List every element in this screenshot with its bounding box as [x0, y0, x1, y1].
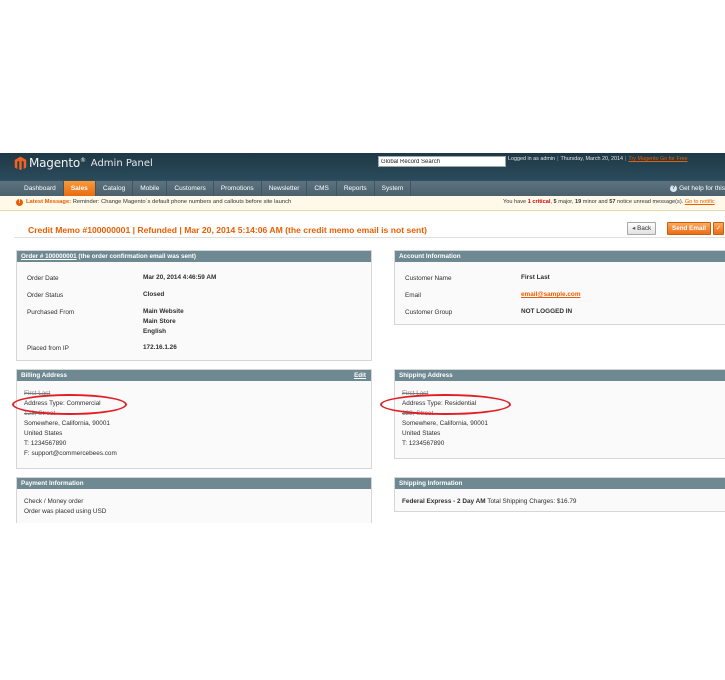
critical-count[interactable]: 1 critical [528, 199, 551, 205]
minor-count: 19 [574, 199, 582, 205]
order-date-value: Mar 20, 2014 4:46:59 AM [143, 274, 217, 281]
billing-fax: F: support@commercebees.com [24, 450, 117, 457]
placed-ip-value: 172.16.1.26 [143, 344, 177, 351]
purchased-from-label: Purchased From [27, 309, 75, 316]
customer-group-value: NOT LOGGED IN [521, 308, 573, 315]
payment-currency: Order was placed using USD [24, 508, 107, 515]
back-button[interactable]: ◂ Back [627, 222, 657, 235]
main-nav: Dashboard Sales Catalog Mobile Customers Prom… [0, 180, 725, 196]
nav-item-customers[interactable]: Customers [167, 181, 214, 196]
order-box-header: Order # 100000001 (the order confirmatio… [17, 251, 371, 262]
account-box-header: Account Information [395, 251, 725, 262]
order-box: Order # 100000001 (the order confirmatio… [16, 250, 372, 361]
latest-message: Latest Message: Reminder: Change Magento… [26, 199, 291, 205]
shipping-country: United States [402, 430, 441, 437]
shipping-charges: Total Shipping Charges: $16.79 [487, 498, 577, 505]
notice-label: notice unread message(s). [617, 199, 684, 205]
shipping-info-header: Shipping Information [395, 478, 725, 489]
nav-item-promotions[interactable]: Promotions [214, 181, 262, 196]
shipping-method-line: Federal Express - 2 Day AM Total Shippin… [402, 498, 576, 505]
help-icon: ? [670, 184, 678, 192]
billing-phone: T: 1234567890 [24, 440, 67, 447]
summary-prefix: You have [503, 199, 527, 205]
shipping-method: Federal Express - 2 Day AM [402, 498, 486, 505]
notice-count: 57 [609, 199, 616, 205]
nav-item-sales[interactable]: Sales [63, 181, 96, 196]
latest-message-label: Latest Message: [26, 199, 72, 205]
nav-item-reports[interactable]: Reports [337, 181, 375, 196]
help-label: Get help for this [679, 185, 725, 192]
latest-message-text: Reminder: Change Magento`s default phone… [72, 199, 292, 205]
alert-icon: ! [16, 199, 23, 206]
logo-wordmark: Magento® [29, 156, 86, 170]
shipping-box-header: Shipping Address [395, 370, 725, 381]
global-search-input[interactable] [378, 156, 506, 167]
customer-email-link[interactable]: email@sample.com [521, 291, 581, 298]
major-count: 5 [553, 199, 557, 205]
nav-list: Dashboard Sales Catalog Mobile Customers Prom… [17, 181, 412, 196]
order-number-link[interactable]: Order # 100000001 [21, 253, 77, 260]
nav-item-mobile[interactable]: Mobile [133, 181, 168, 196]
email-label: Email [405, 292, 421, 299]
billing-country: United States [24, 430, 63, 437]
order-status-label: Order Status [27, 292, 64, 299]
billing-title: Billing Address [21, 372, 67, 379]
billing-annotation-ellipse [12, 394, 127, 415]
billing-city: Somewhere, California, 90001 [24, 420, 110, 427]
back-arrow-icon: ◂ [632, 225, 636, 232]
billing-address-box: Billing Address Edit First Last Address T… [16, 369, 372, 469]
magento-logo[interactable]: Magento® Admin Panel [14, 156, 153, 170]
payment-method: Check / Money order [24, 498, 84, 505]
minor-label: minor and [582, 199, 608, 205]
go-to-notifications-link[interactable]: Go to notific [685, 199, 715, 205]
title-divider [14, 237, 725, 238]
major-label: major, [558, 199, 574, 205]
nav-item-cms[interactable]: CMS [307, 181, 337, 196]
help-link[interactable]: ? Get help for this [670, 181, 725, 196]
nav-item-newsletter[interactable]: Newsletter [262, 181, 308, 196]
placed-ip-label: Placed from IP [27, 345, 69, 352]
purchased-website: Main Website [143, 308, 184, 315]
purchased-view: English [143, 328, 167, 335]
billing-box-header: Billing Address Edit [17, 370, 371, 381]
payment-box-header: Payment Information [17, 478, 371, 489]
edit-billing-link[interactable]: Edit [354, 370, 366, 381]
shipping-info-box: Shipping Information Federal Express - 2… [394, 477, 725, 512]
customer-name-value: First Last [521, 274, 550, 281]
notice-bar: ! Latest Message: Reminder: Change Magen… [0, 196, 725, 211]
back-label: Back [637, 225, 652, 232]
check-icon: ✓ [715, 225, 722, 232]
try-magento-go-link[interactable]: Try Magento Go for Free [628, 156, 687, 162]
logo-subtitle: Admin Panel [90, 157, 153, 169]
shipping-phone: T: 1234567890 [402, 440, 445, 447]
logged-in-text: Logged in as admin [508, 156, 556, 162]
send-email-button[interactable]: Send Email [667, 222, 711, 235]
admin-header: Magento® Admin Panel Logged in as admin|… [0, 153, 725, 180]
order-date-label: Order Date [27, 275, 59, 282]
nav-item-system[interactable]: System [375, 181, 412, 196]
next-action-button[interactable]: ✓ [713, 222, 724, 235]
header-date: Thursday, March 20, 2014 [560, 156, 623, 162]
nav-item-dashboard[interactable]: Dashboard [17, 181, 64, 196]
customer-group-label: Customer Group [405, 309, 453, 316]
order-email-status: (the order confirmation email was sent) [78, 253, 196, 260]
payment-info-box: Payment Information Check / Money order … [16, 477, 372, 523]
admin-screenshot: Magento® Admin Panel Logged in as admin|… [0, 153, 725, 523]
message-summary: You have 1 critical, 5 major, 19 minor a… [503, 199, 715, 205]
nav-item-catalog[interactable]: Catalog [96, 181, 134, 196]
shipping-annotation-ellipse [380, 394, 511, 415]
page-title: Credit Memo #100000001 | Refunded | Mar … [28, 225, 427, 235]
order-status-value: Closed [143, 291, 165, 298]
header-meta: Logged in as admin | Thursday, March 20, 2… [508, 156, 688, 162]
purchased-store: Main Store [143, 318, 176, 325]
magento-logo-icon [14, 156, 27, 170]
customer-name-label: Customer Name [405, 275, 452, 282]
shipping-city: Somewhere, California, 90001 [402, 420, 488, 427]
account-box: Account Information Customer Name First … [394, 250, 725, 325]
